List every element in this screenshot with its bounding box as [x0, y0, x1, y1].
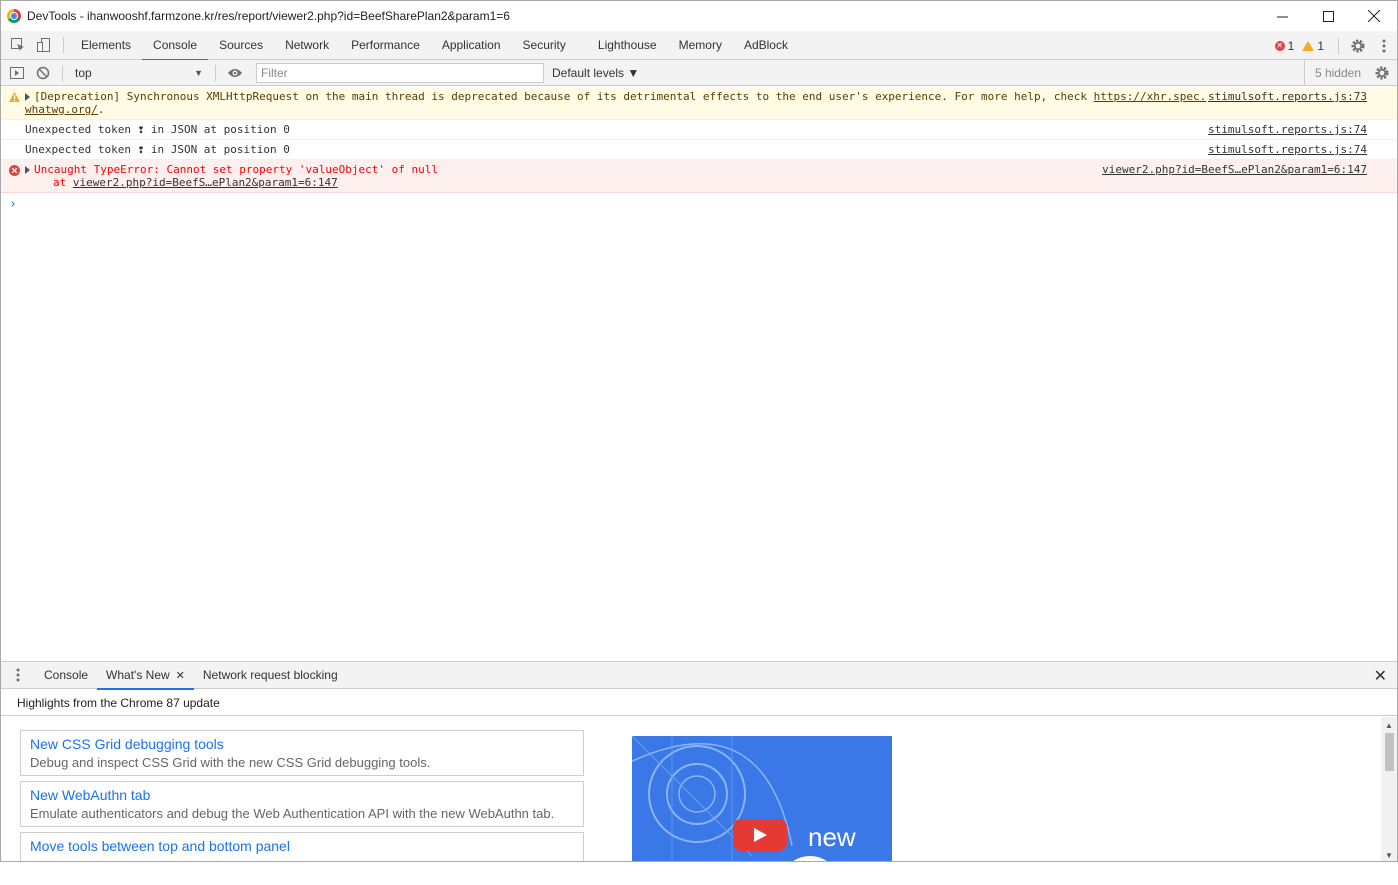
feature-card[interactable]: New WebAuthn tab Emulate authenticators … [20, 781, 584, 827]
close-icon [1368, 10, 1380, 22]
settings-gear-icon[interactable] [1345, 31, 1371, 60]
scroll-up-icon[interactable]: ▲ [1381, 718, 1397, 732]
sidebar-toggle-icon[interactable] [4, 58, 30, 87]
error-source-link[interactable]: viewer2.php?id=BeefS…ePlan2&param1=6:147 [1102, 163, 1367, 176]
tab-sources[interactable]: Sources [208, 31, 274, 60]
chrome-logo-icon [7, 9, 21, 23]
youtube-play-icon[interactable] [733, 819, 787, 851]
feature-card[interactable]: Move tools between top and bottom panel [20, 832, 584, 861]
error-count-icon[interactable]: ✕ [1274, 40, 1285, 51]
devtools-window: DevTools - ihanwooshf.farmzone.kr/res/re… [0, 0, 1398, 862]
card-description: Emulate authenticators and debug the Web… [30, 806, 555, 821]
drawer-tab-network-request-blocking[interactable]: Network request blocking [194, 662, 347, 689]
card-description: Debug and inspect CSS Grid with the new … [30, 755, 431, 770]
drawer-tab-label: Network request blocking [202, 668, 338, 682]
console-settings-gear-icon[interactable] [1369, 58, 1395, 87]
warning-icon [9, 92, 20, 105]
tab-lighthouse[interactable]: Lighthouse [587, 31, 668, 60]
card-title[interactable]: New WebAuthn tab [30, 787, 574, 803]
inspect-element-icon[interactable] [5, 31, 31, 60]
close-tab-icon[interactable]: ✕ [176, 669, 185, 682]
video-caption: new [808, 822, 856, 852]
warning-tail: . [97, 103, 105, 116]
warning-text: [Deprecation] Synchronous XMLHttpRequest… [34, 90, 1087, 103]
title-bar: DevTools - ihanwooshf.farmzone.kr/res/re… [1, 1, 1397, 31]
context-select[interactable]: top ▼ [69, 63, 209, 83]
stack-trace-link[interactable]: viewer2.php?id=BeefS…ePlan2&param1=6:147 [73, 176, 338, 189]
toolbar-divider [62, 64, 63, 81]
warning-count-icon[interactable] [1302, 40, 1315, 51]
drawer-tab-console[interactable]: Console [35, 662, 97, 689]
log-text: Unexpected token ❢ in JSON at position 0 [25, 123, 290, 136]
warning-source-link[interactable]: stimulsoft.reports.js:73 [1208, 90, 1367, 103]
scroll-thumb[interactable] [1385, 733, 1394, 771]
hidden-messages-count: 5 hidden [1303, 60, 1361, 86]
log-levels-dropdown[interactable]: Default levels ▼ [552, 66, 639, 80]
device-toolbar-icon[interactable] [31, 31, 57, 60]
log-text: Unexpected token ❢ in JSON at position 0 [25, 143, 290, 156]
log-message[interactable]: Unexpected token ❢ in JSON at position 0… [1, 120, 1397, 140]
toolbar-divider [63, 37, 64, 53]
status-divider [1338, 37, 1339, 54]
scroll-down-icon[interactable]: ▼ [1381, 848, 1397, 861]
tab-memory[interactable]: Memory [668, 31, 733, 60]
tab-security[interactable]: Security [512, 31, 577, 60]
card-title[interactable]: New CSS Grid debugging tools [30, 736, 574, 752]
drawer-tab-whats-new[interactable]: What's New ✕ [97, 662, 194, 690]
error-icon [9, 165, 20, 179]
video-thumbnail[interactable]: new [632, 736, 892, 861]
card-title[interactable]: Move tools between top and bottom panel [30, 838, 574, 854]
tab-application[interactable]: Application [431, 31, 512, 60]
stack-at-label: at [53, 176, 67, 189]
status-area: ✕ 1 1 [1274, 31, 1397, 60]
dropdown-arrow-icon: ▼ [194, 67, 203, 78]
minimize-button[interactable] [1259, 1, 1305, 31]
tab-console[interactable]: Console [142, 31, 209, 61]
live-expression-eye-icon[interactable] [222, 58, 248, 87]
more-options-icon[interactable] [1371, 31, 1397, 60]
error-count[interactable]: 1 [1288, 39, 1295, 53]
drawer-tab-label: Console [44, 668, 89, 682]
log-source-link[interactable]: stimulsoft.reports.js:74 [1208, 143, 1367, 156]
feature-card[interactable]: New CSS Grid debugging tools Debug and i… [20, 730, 584, 776]
tab-network[interactable]: Network [274, 31, 340, 60]
log-source-link[interactable]: stimulsoft.reports.js:74 [1208, 123, 1367, 136]
warning-count[interactable]: 1 [1317, 39, 1324, 53]
drawer-tab-label: What's New [106, 668, 170, 682]
expand-arrow-icon[interactable] [25, 166, 30, 174]
log-message[interactable]: Unexpected token ❢ in JSON at position 0… [1, 140, 1397, 160]
tab-elements[interactable]: Elements [70, 31, 142, 60]
highlights-heading: Highlights from the Chrome 87 update [1, 690, 1397, 716]
context-value: top [75, 65, 92, 80]
filter-input[interactable]: Filter [256, 62, 544, 83]
expand-arrow-icon[interactable] [25, 93, 30, 101]
console-prompt[interactable]: › [1, 193, 1397, 216]
tab-adblock[interactable]: AdBlock [733, 31, 799, 60]
tab-performance[interactable]: Performance [340, 31, 431, 60]
window-title: DevTools - ihanwooshf.farmzone.kr/res/re… [27, 9, 510, 23]
window-controls [1259, 1, 1397, 31]
drawer-menu-icon[interactable] [1, 661, 35, 690]
console-toolbar: top ▼ Filter Default levels ▼ 5 hidden [1, 60, 1397, 86]
whats-new-panel: New CSS Grid debugging tools Debug and i… [1, 717, 1397, 861]
maximize-button[interactable] [1305, 1, 1351, 31]
warning-link[interactable]: https://xhr.spec. [1094, 90, 1207, 103]
error-text: Uncaught TypeError: Cannot set property … [34, 163, 438, 176]
toolbar-divider [215, 64, 216, 81]
minimize-icon [1276, 16, 1288, 17]
error-message[interactable]: Uncaught TypeError: Cannot set property … [1, 160, 1397, 193]
warning-link-continued[interactable]: whatwg.org/ [25, 103, 98, 116]
maximize-icon [1322, 10, 1334, 22]
close-drawer-icon[interactable]: ✕ [1374, 666, 1387, 686]
vertical-scrollbar[interactable]: ▲ ▼ [1381, 717, 1397, 861]
close-window-button[interactable] [1351, 1, 1397, 31]
clear-console-icon[interactable] [30, 58, 56, 87]
main-tab-bar: Elements Console Sources Network Perform… [1, 31, 1397, 61]
drawer-tab-bar: Console What's New ✕ Network request blo… [1, 661, 1397, 690]
console-messages: [Deprecation] Synchronous XMLHttpRequest… [1, 87, 1397, 216]
warning-message[interactable]: [Deprecation] Synchronous XMLHttpRequest… [1, 87, 1397, 120]
